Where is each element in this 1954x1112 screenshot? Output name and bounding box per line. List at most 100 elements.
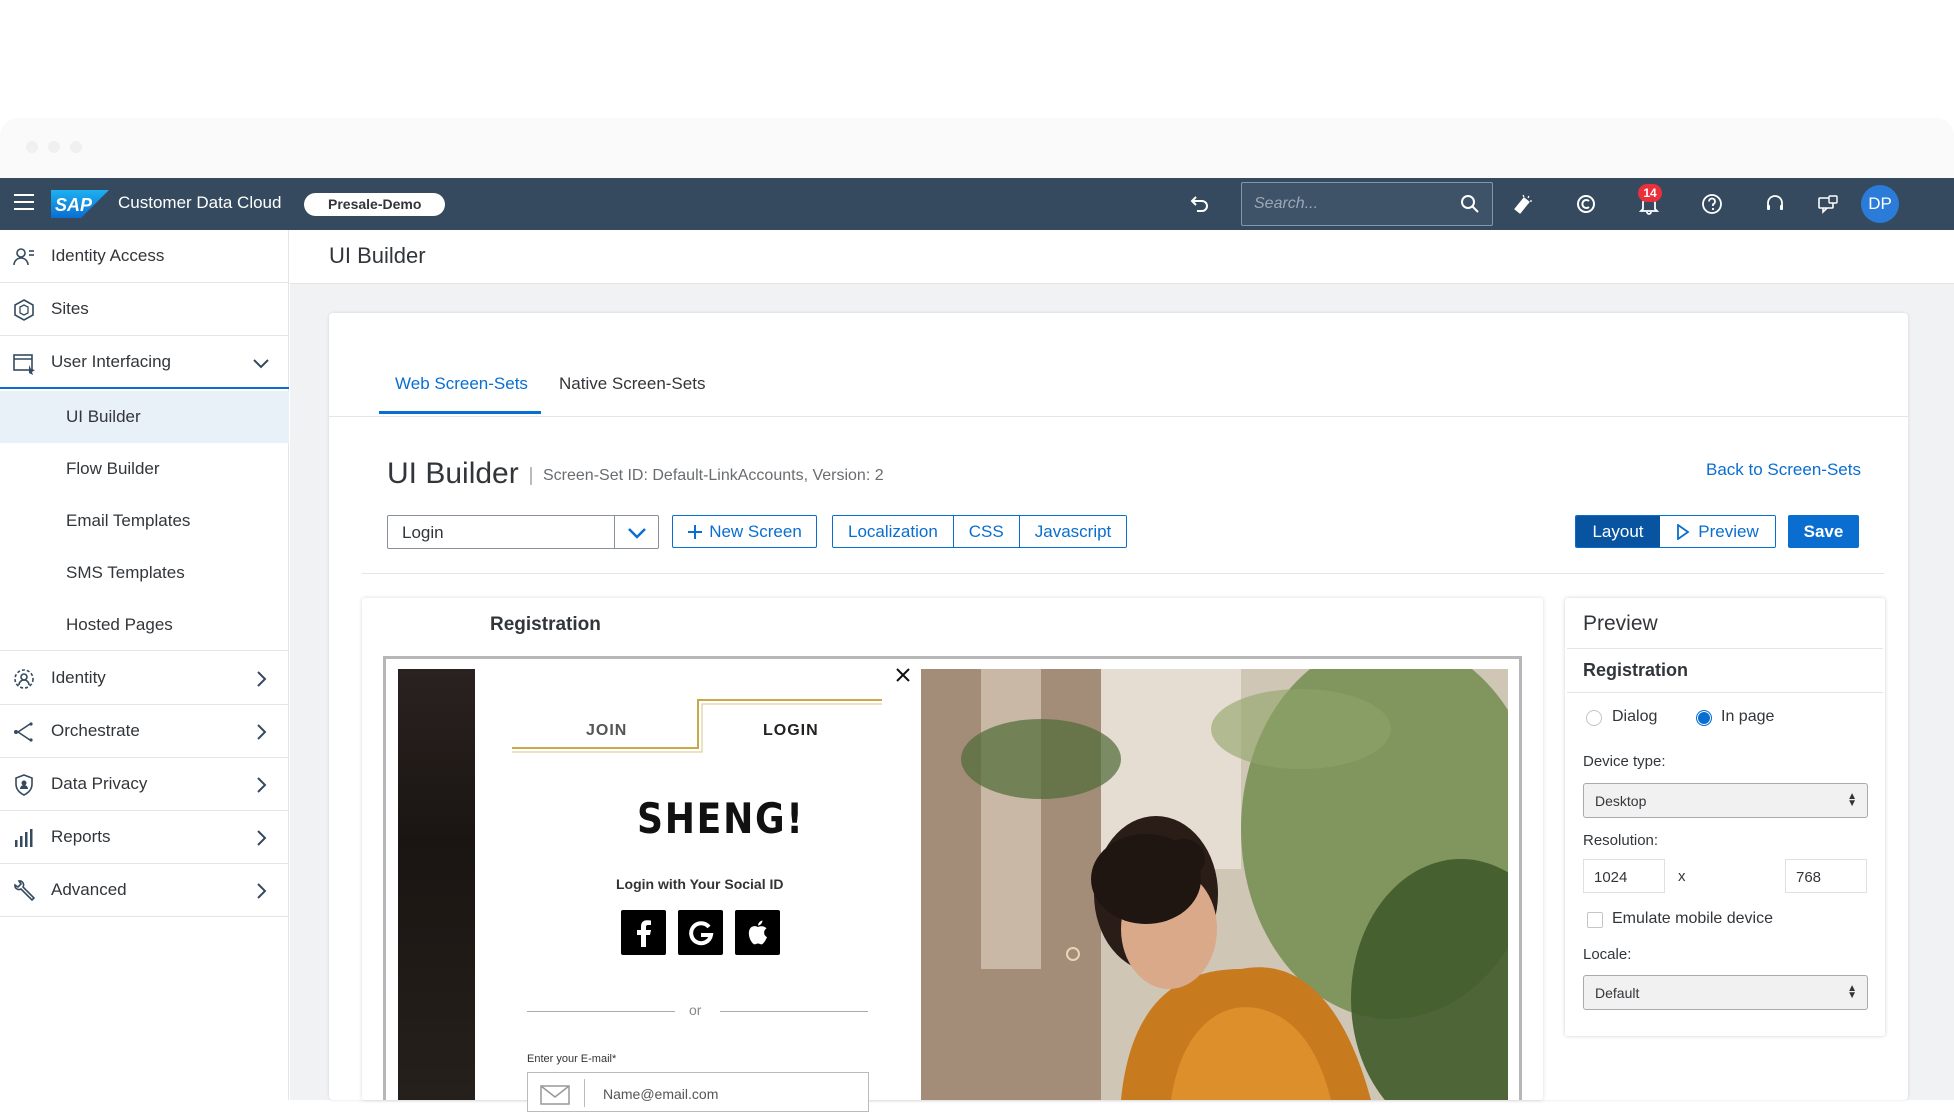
preview-panel-subtitle: Registration (1583, 660, 1689, 680)
sidebar-subitem-ui-builder[interactable]: UI Builder (0, 391, 289, 443)
top-margin (0, 0, 1954, 118)
sidebar: Identity Access Sites User Interfacing U… (0, 230, 289, 1100)
wand-icon[interactable] (1509, 190, 1537, 218)
screen-select[interactable]: Login (387, 515, 659, 549)
sidebar-item-reports[interactable]: Reports (0, 811, 289, 864)
identity-icon (14, 669, 34, 689)
svg-text:SAP: SAP (55, 195, 93, 215)
back-to-screen-sets-link[interactable]: Back to Screen-Sets (1706, 460, 1861, 480)
google-icon[interactable] (678, 910, 723, 955)
sidebar-subitem-label: UI Builder (66, 407, 141, 426)
brand-logo: SHENG! (637, 794, 805, 843)
resolution-label: Resolution: (1583, 832, 1659, 849)
menu-icon[interactable] (14, 194, 34, 214)
layout-button[interactable]: Layout (1576, 516, 1660, 547)
chevron-down-icon[interactable] (626, 523, 648, 543)
sidebar-subitem-sms-templates[interactable]: SMS Templates (0, 547, 289, 599)
search-input[interactable] (1254, 183, 1454, 225)
emulate-mobile-checkbox[interactable] (1587, 912, 1603, 928)
close-icon[interactable] (896, 668, 910, 682)
login-tab[interactable]: LOGIN (763, 722, 819, 740)
copyright-icon[interactable] (1572, 190, 1600, 218)
chevron-right-icon[interactable] (252, 670, 270, 688)
feedback-icon[interactable] (1814, 190, 1842, 218)
sidebar-subitem-hosted-pages[interactable]: Hosted Pages (0, 599, 289, 651)
css-button[interactable]: CSS (952, 516, 1019, 547)
email-field-divider (584, 1079, 585, 1107)
chevron-right-icon[interactable] (252, 776, 270, 794)
localization-button[interactable]: Localization (833, 516, 953, 547)
divider-line (720, 1011, 868, 1012)
javascript-button[interactable]: Javascript (1018, 516, 1127, 547)
resolution-height-input[interactable]: 768 (1785, 859, 1867, 893)
sidebar-subitem-email-templates[interactable]: Email Templates (0, 495, 289, 547)
search-box[interactable] (1241, 182, 1493, 226)
sidebar-item-label: Advanced (51, 880, 127, 899)
locale-select[interactable]: Default ▲ ▼ (1583, 975, 1868, 1010)
sidebar-item-label: Reports (51, 827, 111, 846)
page-header-title: UI Builder (329, 243, 426, 268)
user-interfacing-icon (13, 354, 35, 375)
wrench-icon (14, 880, 36, 902)
chevron-right-icon[interactable] (252, 882, 270, 900)
window-dot (70, 141, 82, 153)
shell-bar: SAP Customer Data Cloud Presale-Demo (0, 178, 1954, 230)
sidebar-item-sites[interactable]: Sites (0, 283, 289, 336)
sidebar-item-label: Identity (51, 668, 106, 687)
resolution-width-value: 1024 (1594, 869, 1628, 886)
view-mode-group: Layout Preview (1575, 515, 1776, 548)
back-icon[interactable] (1186, 190, 1214, 218)
sidebar-item-identity-access[interactable]: Identity Access (0, 230, 289, 283)
resolution-x: x (1678, 868, 1686, 885)
help-icon[interactable] (1698, 190, 1726, 218)
sidebar-item-identity[interactable]: Identity (0, 652, 289, 705)
or-separator: or (689, 1002, 702, 1018)
orchestrate-icon (14, 722, 33, 742)
window-dot (26, 141, 38, 153)
email-field[interactable]: Name@email.com (527, 1072, 869, 1112)
email-field-label: Enter your E-mail* (527, 1053, 617, 1065)
search-icon[interactable] (1460, 194, 1480, 214)
tab-native-screen-sets[interactable]: Native Screen-Sets (559, 374, 705, 394)
apple-icon[interactable] (735, 910, 780, 955)
chevron-right-icon[interactable] (252, 829, 270, 847)
join-tab[interactable]: JOIN (586, 722, 627, 740)
play-icon (1677, 523, 1690, 540)
sidebar-item-label: Orchestrate (51, 721, 140, 740)
emulate-mobile-label: Emulate mobile device (1612, 910, 1773, 927)
divider-line (527, 1011, 675, 1012)
new-screen-button[interactable]: New Screen (672, 515, 817, 548)
sidebar-item-user-interfacing[interactable]: User Interfacing (0, 336, 289, 389)
preview-button[interactable]: Preview (1660, 516, 1775, 547)
dialog-radio[interactable] (1586, 710, 1602, 726)
in-page-radio[interactable] (1696, 710, 1712, 726)
tab-web-screen-sets[interactable]: Web Screen-Sets (395, 374, 528, 394)
identity-access-icon (13, 248, 34, 266)
save-button[interactable]: Save (1788, 515, 1859, 548)
join-login-tab-lines (512, 699, 882, 753)
sidebar-item-advanced[interactable]: Advanced (0, 864, 289, 917)
tenant-selector[interactable]: Presale-Demo (304, 193, 446, 216)
sidebar-item-data-privacy[interactable]: Data Privacy (0, 758, 289, 811)
sidebar-item-label: User Interfacing (51, 351, 171, 371)
resolution-width-input[interactable]: 1024 (1583, 859, 1665, 893)
screen-set-meta: Screen-Set ID: Default-LinkAccounts, Ver… (543, 467, 884, 484)
sidebar-subitem-flow-builder[interactable]: Flow Builder (0, 443, 289, 495)
plus-icon (688, 524, 703, 539)
notification-badge: 14 (1638, 184, 1662, 202)
chevron-right-icon[interactable] (252, 723, 270, 741)
facebook-icon[interactable] (621, 910, 666, 955)
device-type-select[interactable]: Desktop ▲ ▼ (1583, 783, 1868, 818)
active-tab-indicator (379, 411, 541, 414)
preview-label: Preview (1698, 522, 1759, 541)
headset-icon[interactable] (1761, 190, 1789, 218)
chevron-down-icon[interactable] (252, 354, 270, 372)
sidebar-item-label: Data Privacy (51, 774, 148, 793)
sidebar-subitem-label: SMS Templates (66, 563, 185, 582)
avatar[interactable]: DP (1861, 185, 1899, 223)
sidebar-item-orchestrate[interactable]: Orchestrate (0, 705, 289, 758)
dialog-radio-label: Dialog (1612, 708, 1658, 725)
sites-icon (14, 299, 34, 321)
device-type-label: Device type: (1583, 753, 1666, 770)
mail-icon (540, 1085, 570, 1105)
